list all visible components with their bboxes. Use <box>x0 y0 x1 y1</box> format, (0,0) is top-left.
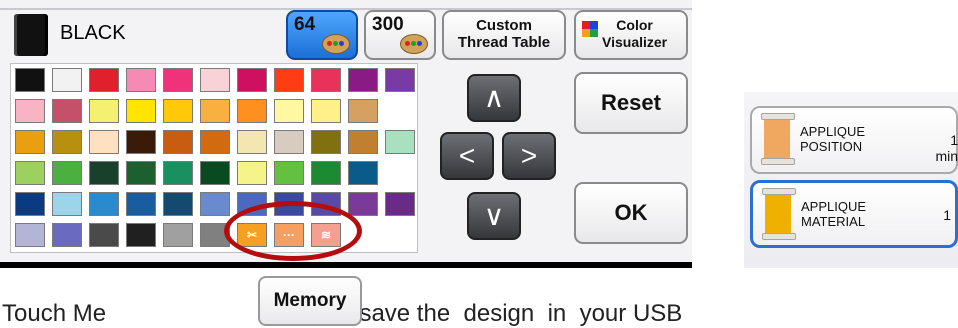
color-cell[interactable] <box>15 130 45 154</box>
chevron-right-icon: > <box>520 140 538 171</box>
custom-table-label-1: Custom <box>476 17 532 34</box>
color-cell[interactable] <box>163 192 193 216</box>
color-cell[interactable] <box>126 223 156 247</box>
scroll-right-button[interactable]: > <box>502 132 556 180</box>
color-cell[interactable] <box>237 99 267 123</box>
scroll-up-button[interactable]: ∧ <box>467 74 521 122</box>
color-cell[interactable] <box>163 161 193 185</box>
color-cell[interactable] <box>89 99 119 123</box>
color-cell[interactable] <box>348 130 378 154</box>
visualizer-label-1: Color <box>616 17 653 33</box>
color-cell[interactable] <box>348 68 378 92</box>
highlight-circle <box>224 201 362 261</box>
color-cell[interactable] <box>15 68 45 92</box>
memory-button[interactable]: Memory <box>258 276 362 326</box>
color-visualizer-icon <box>582 21 598 51</box>
color-cell[interactable] <box>52 68 82 92</box>
color-cell[interactable] <box>311 68 341 92</box>
chevron-down-icon: ∨ <box>483 200 505 231</box>
color-cell[interactable] <box>274 130 304 154</box>
reset-button[interactable]: Reset <box>574 72 688 134</box>
paint-palette-icon <box>400 34 428 54</box>
applique-material-line-1: APPLIQUE <box>801 199 867 214</box>
color-cell[interactable] <box>200 192 230 216</box>
applique-position-value: 1 <box>950 132 958 148</box>
color-cell[interactable] <box>274 68 304 92</box>
thread-color-panel: BLACK 64 300 Custom Thread Table Color V… <box>0 0 692 268</box>
color-cell[interactable] <box>15 99 45 123</box>
color-cell[interactable] <box>237 68 267 92</box>
applique-material-line-2: MATERIAL <box>801 214 866 229</box>
color-cell[interactable] <box>52 161 82 185</box>
color-cell[interactable] <box>200 130 230 154</box>
palette-300-label: 300 <box>372 14 404 35</box>
color-cell[interactable] <box>52 130 82 154</box>
current-thread-name: BLACK <box>60 22 126 44</box>
color-cell[interactable] <box>237 161 267 185</box>
color-cell[interactable] <box>15 192 45 216</box>
color-cell[interactable] <box>237 130 267 154</box>
color-cell[interactable] <box>163 223 193 247</box>
color-cell[interactable] <box>126 68 156 92</box>
color-cell[interactable] <box>126 99 156 123</box>
color-cell[interactable] <box>89 223 119 247</box>
color-cell[interactable] <box>348 192 378 216</box>
color-visualizer-button[interactable]: Color Visualizer <box>574 10 688 60</box>
color-cell[interactable] <box>311 161 341 185</box>
color-cell[interactable] <box>200 99 230 123</box>
color-cell[interactable] <box>348 99 378 123</box>
color-cell[interactable] <box>126 161 156 185</box>
applique-material-value: 1 <box>943 207 951 223</box>
color-cell[interactable] <box>52 192 82 216</box>
color-cell[interactable] <box>89 68 119 92</box>
color-cell[interactable] <box>200 68 230 92</box>
applique-position-line-2: POSITION <box>800 139 863 154</box>
color-cell[interactable] <box>52 99 82 123</box>
custom-thread-table-button[interactable]: Custom Thread Table <box>442 10 566 60</box>
palette-64-label: 64 <box>294 14 316 35</box>
applique-position-unit: min <box>935 148 958 164</box>
color-cell[interactable] <box>89 130 119 154</box>
applique-position-row[interactable]: APPLIQUE POSITION 1 min <box>750 106 958 174</box>
ok-button[interactable]: OK <box>574 182 688 244</box>
custom-table-label-2: Thread Table <box>457 34 551 51</box>
color-cell[interactable] <box>385 130 415 154</box>
palette-300-button[interactable]: 300 <box>364 10 436 60</box>
chevron-up-icon: ∧ <box>483 82 505 113</box>
thread-spool-icon <box>762 188 796 240</box>
palette-64-button[interactable]: 64 <box>286 10 358 60</box>
color-cell[interactable] <box>385 68 415 92</box>
color-cell[interactable] <box>274 99 304 123</box>
color-cell[interactable] <box>163 68 193 92</box>
paint-palette-icon <box>322 34 350 54</box>
visualizer-label-2: Visualizer <box>602 34 668 50</box>
color-cell[interactable] <box>163 130 193 154</box>
chevron-left-icon: < <box>458 140 476 171</box>
applique-position-line-1: APPLIQUE <box>800 124 866 139</box>
color-cell[interactable] <box>126 192 156 216</box>
color-cell[interactable] <box>311 130 341 154</box>
applique-material-row[interactable]: APPLIQUE MATERIAL 1 <box>750 180 958 248</box>
scroll-left-button[interactable]: < <box>440 132 494 180</box>
color-cell[interactable] <box>385 192 415 216</box>
color-cell[interactable] <box>200 161 230 185</box>
color-cell[interactable] <box>15 161 45 185</box>
color-cell[interactable] <box>348 161 378 185</box>
color-cell[interactable] <box>15 223 45 247</box>
color-cell[interactable] <box>52 223 82 247</box>
color-cell[interactable] <box>126 130 156 154</box>
scroll-down-button[interactable]: ∨ <box>467 192 521 240</box>
color-cell[interactable] <box>311 99 341 123</box>
color-cell[interactable] <box>89 161 119 185</box>
color-cell[interactable] <box>163 99 193 123</box>
color-cell[interactable] <box>274 161 304 185</box>
thread-spool-icon <box>761 113 795 165</box>
current-thread-spool-icon <box>14 14 48 56</box>
color-cell[interactable] <box>89 192 119 216</box>
